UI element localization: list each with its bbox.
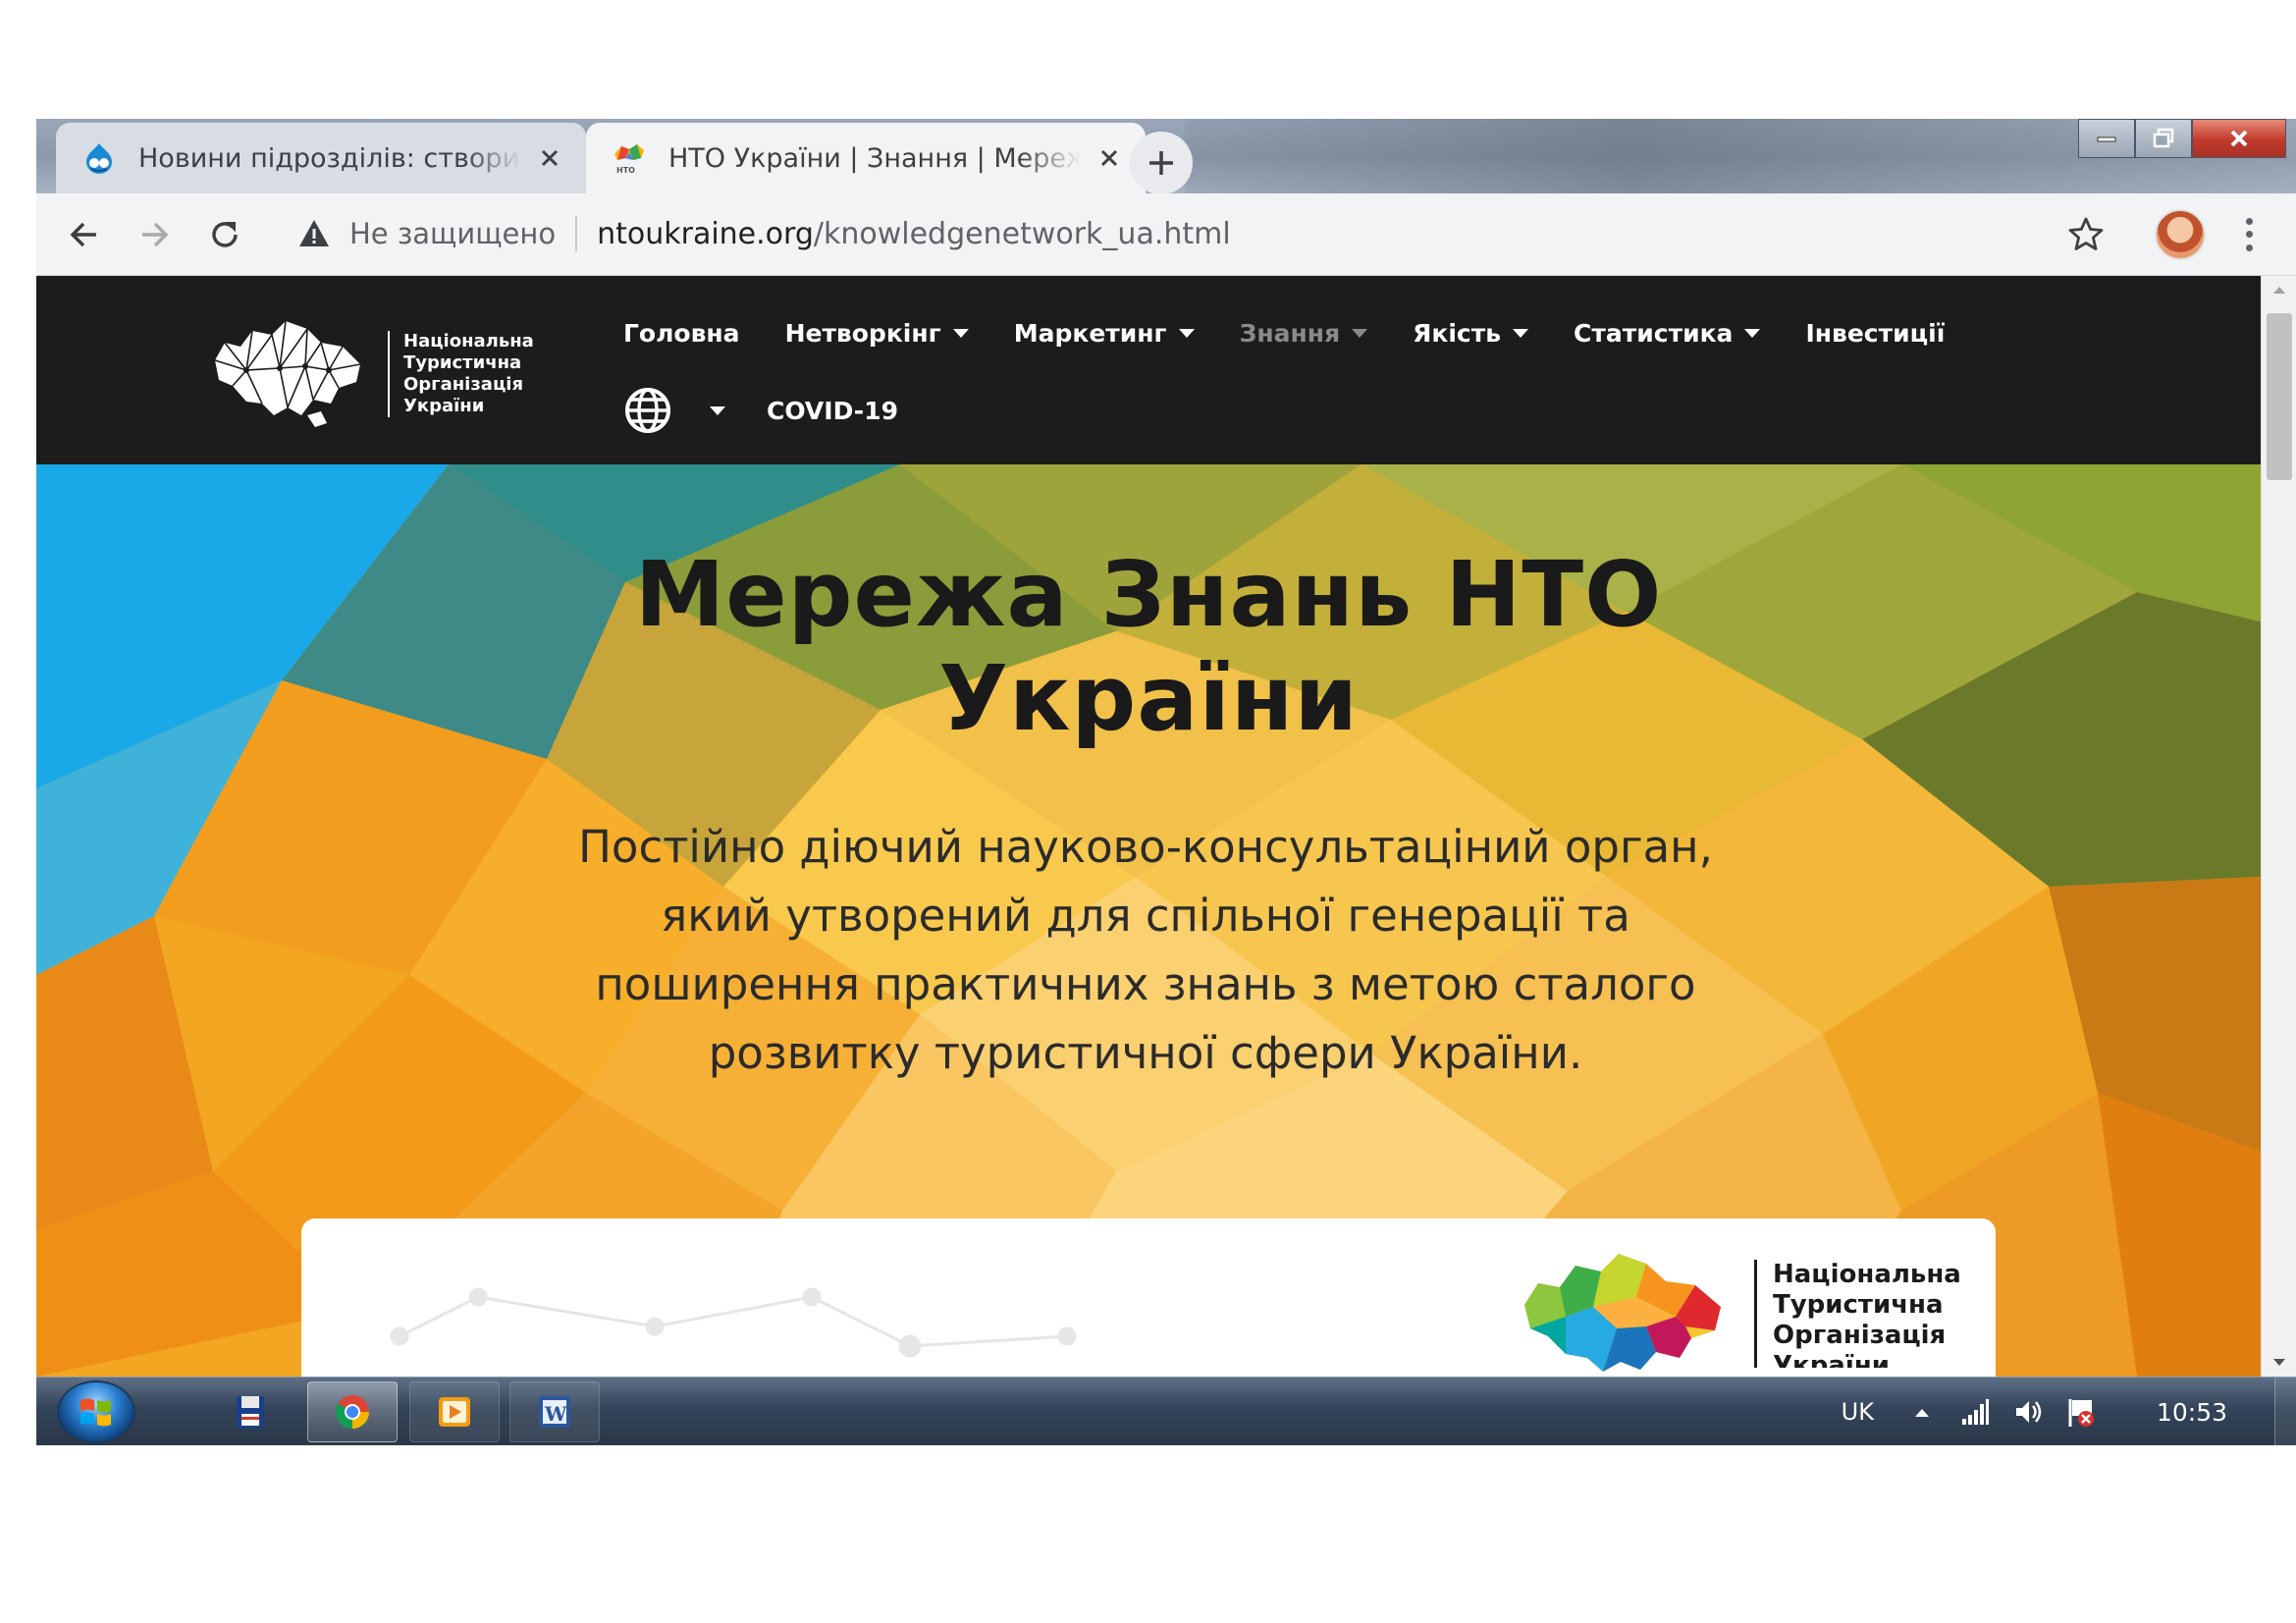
language-indicator[interactable]: UK	[1842, 1398, 1874, 1426]
card-logo-wordmark: Національна Туристична Організація Украї…	[1754, 1260, 1961, 1368]
chevron-down-icon	[1744, 328, 1761, 338]
logo-wordmark: Національна Туристична Організація Украї…	[388, 331, 555, 417]
security-status[interactable]: Не защищено	[349, 217, 556, 250]
hero-title: Мережа Знань НТО України	[634, 542, 1663, 751]
close-icon	[2230, 130, 2248, 147]
nav-item-covid[interactable]: COVID-19	[767, 391, 898, 430]
drupal-icon	[86, 143, 112, 174]
plus-icon	[1149, 151, 1173, 175]
forward-arrow-icon	[142, 222, 169, 247]
svg-text:W: W	[544, 1402, 567, 1426]
chrome-icon	[336, 1395, 369, 1430]
new-tab-button[interactable]	[1130, 132, 1193, 194]
ukraine-map-icon	[214, 320, 361, 427]
tab-title: НТО України | Знання | Мережа	[668, 142, 1081, 174]
start-button[interactable]	[54, 1380, 138, 1444]
secondary-nav: COVID-19	[623, 386, 943, 435]
scroll-thumb[interactable]	[2267, 313, 2292, 480]
taskbar-app-disk[interactable]	[205, 1381, 295, 1442]
taskbar-app-chrome[interactable]	[307, 1381, 398, 1442]
chevron-down-icon	[952, 328, 969, 338]
svg-text:НТО: НТО	[616, 166, 635, 175]
restore-button[interactable]	[2135, 119, 2192, 158]
browser-window: Новини підрозділів: створити | Т НТО НТО…	[36, 119, 2296, 1445]
taskbar-app-word[interactable]: W	[509, 1381, 600, 1442]
system-tray: UK 10:53	[1842, 1378, 2296, 1445]
close-tab-icon[interactable]	[1095, 143, 1124, 173]
nav-item-knowledge[interactable]: Знання	[1240, 313, 1368, 352]
network-signal-icon[interactable]	[1958, 1395, 1992, 1429]
word-icon: W	[539, 1396, 570, 1428]
window-close-button[interactable]	[2192, 119, 2286, 158]
hero-section: Мережа Знань НТО України Постійно діючий…	[36, 464, 2261, 1377]
address-bar[interactable]: Не защищено ntoukraine.org/knowledgenetw…	[277, 203, 2122, 264]
forward-button[interactable]	[133, 213, 176, 256]
nav-item-statistics[interactable]: Статистика	[1574, 313, 1761, 352]
network-pattern-decoration	[390, 1287, 1077, 1358]
hero-description: Постійно діючий науково-консультаціний о…	[578, 821, 1713, 1079]
scroll-up-icon[interactable]	[2262, 276, 2296, 303]
back-arrow-icon	[70, 222, 96, 247]
browser-menu-icon[interactable]	[2239, 215, 2259, 254]
windows-logo-icon	[80, 1398, 111, 1427]
tab-knowledge-network[interactable]: НТО НТО України | Знання | Мережа	[586, 123, 1146, 193]
tab-strip: Новини підрозділів: створити | Т НТО НТО…	[36, 119, 2296, 194]
nav-item-quality[interactable]: Якість	[1413, 313, 1529, 352]
tab-news[interactable]: Новини підрозділів: створити | Т	[56, 123, 586, 193]
nav-item-home[interactable]: Головна	[623, 313, 740, 352]
window-controls	[2078, 119, 2286, 164]
bookmark-star-icon[interactable]	[2066, 215, 2106, 254]
page-scrollbar[interactable]	[2261, 276, 2296, 1377]
chevron-down-icon	[1178, 328, 1195, 338]
volume-icon[interactable]	[2011, 1395, 2045, 1429]
browser-toolbar: Не защищено ntoukraine.org/knowledgenetw…	[36, 193, 2296, 276]
reload-button[interactable]	[203, 213, 246, 256]
disk-icon	[237, 1396, 264, 1428]
minimize-button[interactable]	[2078, 119, 2135, 158]
clock[interactable]: 10:53	[2157, 1398, 2227, 1427]
tab-title: Новини підрозділів: створити | Т	[138, 142, 521, 174]
show-hidden-icons-icon[interactable]	[1905, 1395, 1939, 1429]
scroll-down-icon[interactable]	[2262, 1349, 2296, 1377]
site-logo[interactable]: Національна Туристична Організація Украї…	[211, 313, 555, 431]
url-text[interactable]: ntoukraine.org/knowledgenetwork_ua.html	[597, 217, 1231, 251]
action-center-flag-icon[interactable]	[2064, 1395, 2098, 1429]
hero-card: Національна Туристична Організація Украї…	[301, 1218, 1996, 1377]
globe-icon[interactable]	[623, 386, 672, 435]
page-viewport: Національна Туристична Організація Украї…	[36, 276, 2296, 1377]
media-player-icon	[439, 1397, 470, 1427]
chevron-down-icon	[1513, 328, 1529, 338]
colorful-ukraine-map-icon	[1524, 1254, 1721, 1372]
nav-item-marketing[interactable]: Маркетинг	[1014, 313, 1195, 352]
site-header: Національна Туристична Організація Украї…	[36, 276, 2261, 464]
windows-taskbar: W UK 10:53	[36, 1377, 2296, 1445]
restore-icon	[2153, 128, 2174, 148]
chevron-down-icon	[1352, 328, 1368, 338]
nav-item-networking[interactable]: Нетворкінг	[785, 313, 969, 352]
profile-avatar[interactable]	[2155, 209, 2206, 260]
nav-item-investments[interactable]: Інвестиції	[1805, 313, 1945, 352]
main-nav: Головна Нетворкінг Маркетинг Знання Якіс…	[623, 313, 1990, 352]
warning-icon[interactable]	[296, 216, 332, 251]
show-desktop-button[interactable]	[2274, 1378, 2296, 1445]
language-dropdown-icon[interactable]	[710, 406, 725, 415]
close-tab-icon[interactable]	[535, 143, 564, 173]
taskbar-app-media-player[interactable]	[409, 1381, 500, 1442]
nto-logo-icon: НТО	[614, 144, 644, 175]
minimize-icon	[2097, 136, 2116, 142]
back-button[interactable]	[63, 213, 106, 256]
reload-icon	[212, 222, 238, 247]
